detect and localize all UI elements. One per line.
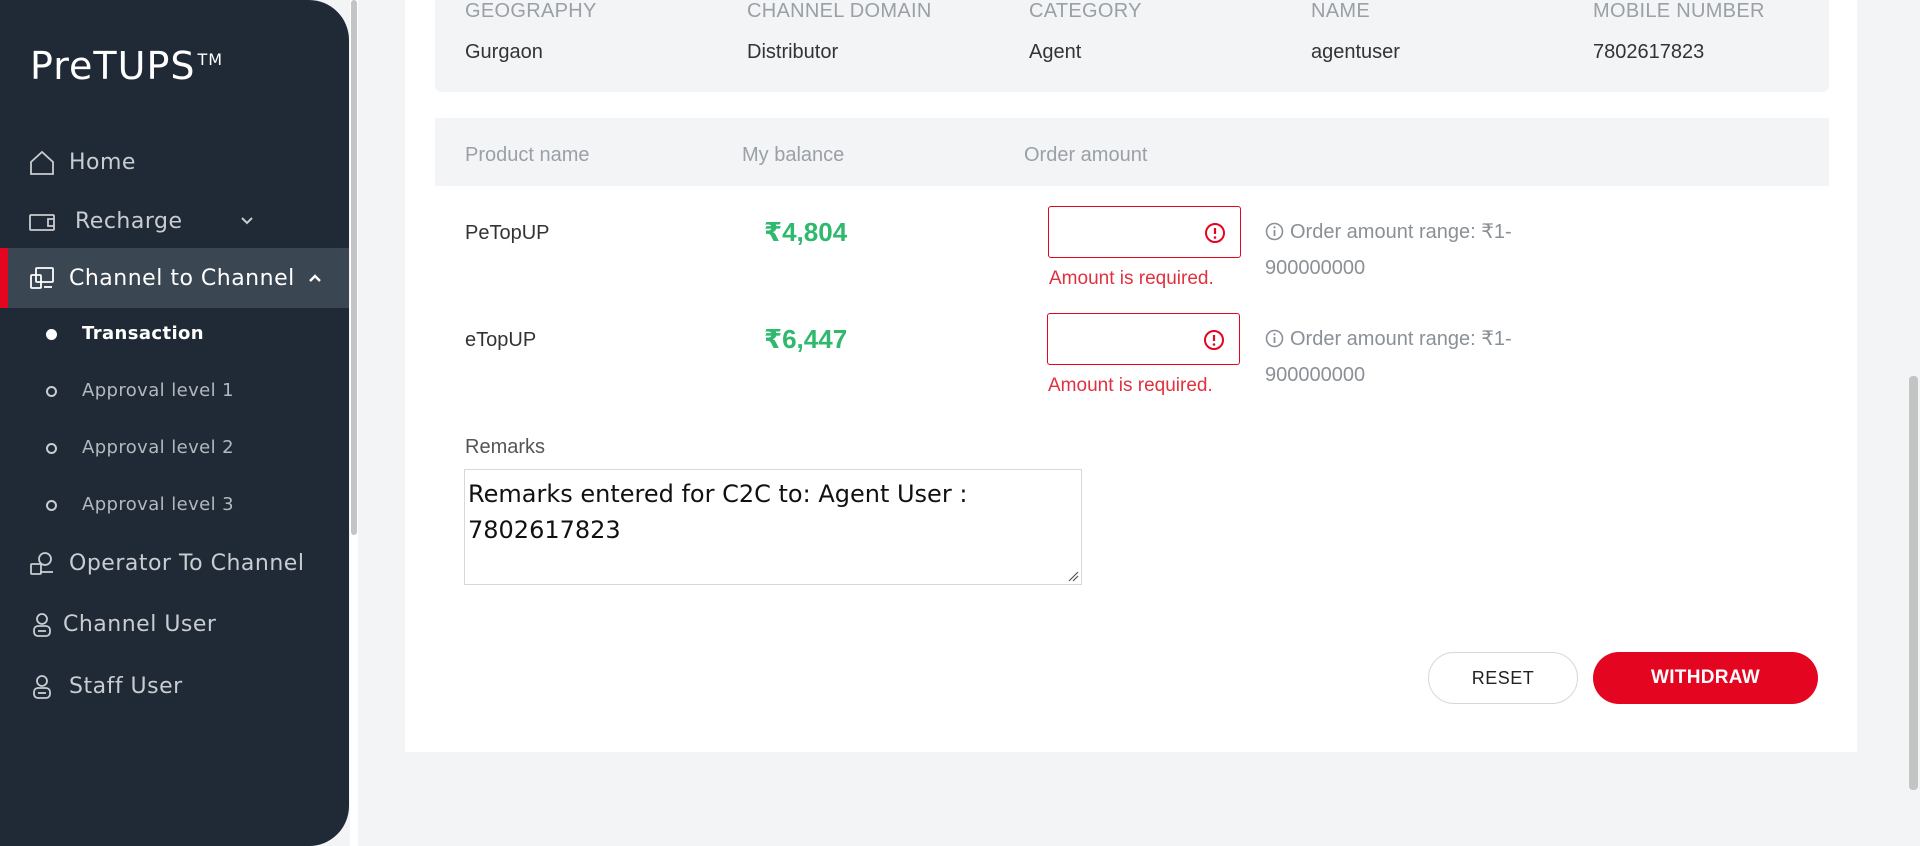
reset-button[interactable]: RESET — [1428, 652, 1578, 704]
info-name: NAME agentuser — [1311, 0, 1400, 64]
range-text: Order amount range: ₹1-900000000 — [1265, 221, 1512, 279]
error-icon — [1205, 223, 1225, 243]
info-value: agentuser — [1311, 41, 1400, 63]
brand-logo[interactable]: PreTUPS TM — [30, 44, 223, 88]
chevron-up-icon — [309, 274, 321, 282]
bullet-icon — [46, 386, 57, 397]
info-icon — [1265, 222, 1284, 241]
order-amount-input[interactable] — [1047, 313, 1240, 365]
info-label: GEOGRAPHY — [465, 0, 597, 22]
column-header-product-name: Product name — [465, 144, 590, 166]
sidebar-item-label: Operator To Channel — [69, 550, 305, 576]
order-amount-input[interactable] — [1048, 206, 1241, 258]
withdraw-button[interactable]: WITHDRAW — [1593, 652, 1818, 704]
page-scrollbar-thumb[interactable] — [1909, 376, 1918, 790]
sidebar-item-label: Home — [69, 149, 136, 175]
remarks-text: Remarks entered for C2C to: Agent User :… — [468, 480, 968, 544]
sidebar-item-channel-to-channel[interactable]: Channel to Channel — [0, 248, 349, 308]
product-table-header: Product name My balance Order amount — [435, 118, 1829, 186]
info-label: MOBILE NUMBER — [1593, 0, 1765, 22]
sidebar-subitem-label: Approval level 1 — [82, 380, 234, 401]
product-balance: ₹6,447 — [764, 324, 848, 354]
sidebar-subitem-approval-3[interactable]: Approval level 3 — [0, 485, 349, 525]
sidebar-subitem-approval-2[interactable]: Approval level 2 — [0, 428, 349, 468]
info-label: CHANNEL DOMAIN — [747, 0, 932, 22]
resize-handle-icon[interactable] — [1067, 570, 1079, 582]
info-value: 7802617823 — [1593, 41, 1705, 63]
bullet-icon — [46, 329, 57, 340]
product-balance: ₹4,804 — [764, 217, 848, 247]
error-icon — [1204, 330, 1224, 350]
error-message: Amount is required. — [1048, 375, 1213, 396]
sidebar-item-staff-user[interactable]: Staff User — [0, 658, 349, 714]
info-geography: GEOGRAPHY Gurgaon — [465, 0, 597, 64]
sidebar-item-label: Recharge — [75, 208, 183, 234]
info-channel-domain: CHANNEL DOMAIN Distributor — [747, 0, 932, 64]
info-icon — [1265, 329, 1284, 348]
error-message: Amount is required. — [1049, 268, 1214, 289]
info-value: Distributor — [747, 41, 839, 63]
info-value: Gurgaon — [465, 41, 543, 63]
column-header-my-balance: My balance — [742, 144, 845, 166]
sidebar-scrollbar-thumb[interactable] — [351, 0, 357, 535]
sidebar: PreTUPS TM Home Recharge Channel to Chann… — [0, 0, 349, 846]
info-label: NAME — [1311, 0, 1370, 22]
home-icon — [30, 150, 54, 175]
order-amount-range: Order amount range: ₹1-900000000 — [1265, 214, 1555, 286]
sidebar-subitem-label: Approval level 3 — [82, 494, 234, 515]
product-name: PeTopUP — [465, 222, 550, 244]
sidebar-subitem-transaction[interactable]: Transaction — [0, 314, 349, 354]
transfer-icon — [30, 267, 54, 289]
sidebar-subitem-label: Approval level 2 — [82, 437, 234, 458]
sidebar-item-operator-to-channel[interactable]: Operator To Channel — [0, 535, 349, 591]
sidebar-item-label: Channel User — [63, 611, 217, 637]
sidebar-item-channel-user[interactable]: Channel User — [0, 596, 349, 652]
range-text: Order amount range: ₹1-900000000 — [1265, 328, 1512, 386]
sidebar-subitem-label: Transaction — [82, 323, 205, 344]
user-icon — [33, 613, 51, 637]
sidebar-item-home[interactable]: Home — [0, 134, 349, 190]
info-value: Agent — [1029, 41, 1082, 63]
chevron-down-icon — [241, 217, 253, 225]
info-category: CATEGORY Agent — [1029, 0, 1142, 64]
product-name: eTopUP — [465, 329, 537, 351]
wallet-icon — [29, 214, 55, 231]
sidebar-item-label: Channel to Channel — [69, 265, 295, 291]
sidebar-subitem-approval-1[interactable]: Approval level 1 — [0, 371, 349, 411]
operator-icon — [30, 552, 53, 575]
user-info-panel: GEOGRAPHY Gurgaon CHANNEL DOMAIN Distrib… — [435, 0, 1829, 92]
sidebar-item-recharge[interactable]: Recharge — [0, 193, 349, 249]
remarks-label: Remarks — [465, 436, 546, 458]
bullet-icon — [46, 500, 57, 511]
column-header-order-amount: Order amount — [1024, 144, 1148, 166]
bullet-icon — [46, 443, 57, 454]
info-mobile-number: MOBILE NUMBER 7802617823 — [1593, 0, 1765, 64]
user-icon — [33, 675, 51, 699]
order-amount-range: Order amount range: ₹1-900000000 — [1265, 321, 1555, 393]
info-label: CATEGORY — [1029, 0, 1142, 22]
sidebar-item-label: Staff User — [69, 673, 183, 699]
remarks-textarea[interactable]: Remarks entered for C2C to: Agent User :… — [464, 469, 1082, 585]
